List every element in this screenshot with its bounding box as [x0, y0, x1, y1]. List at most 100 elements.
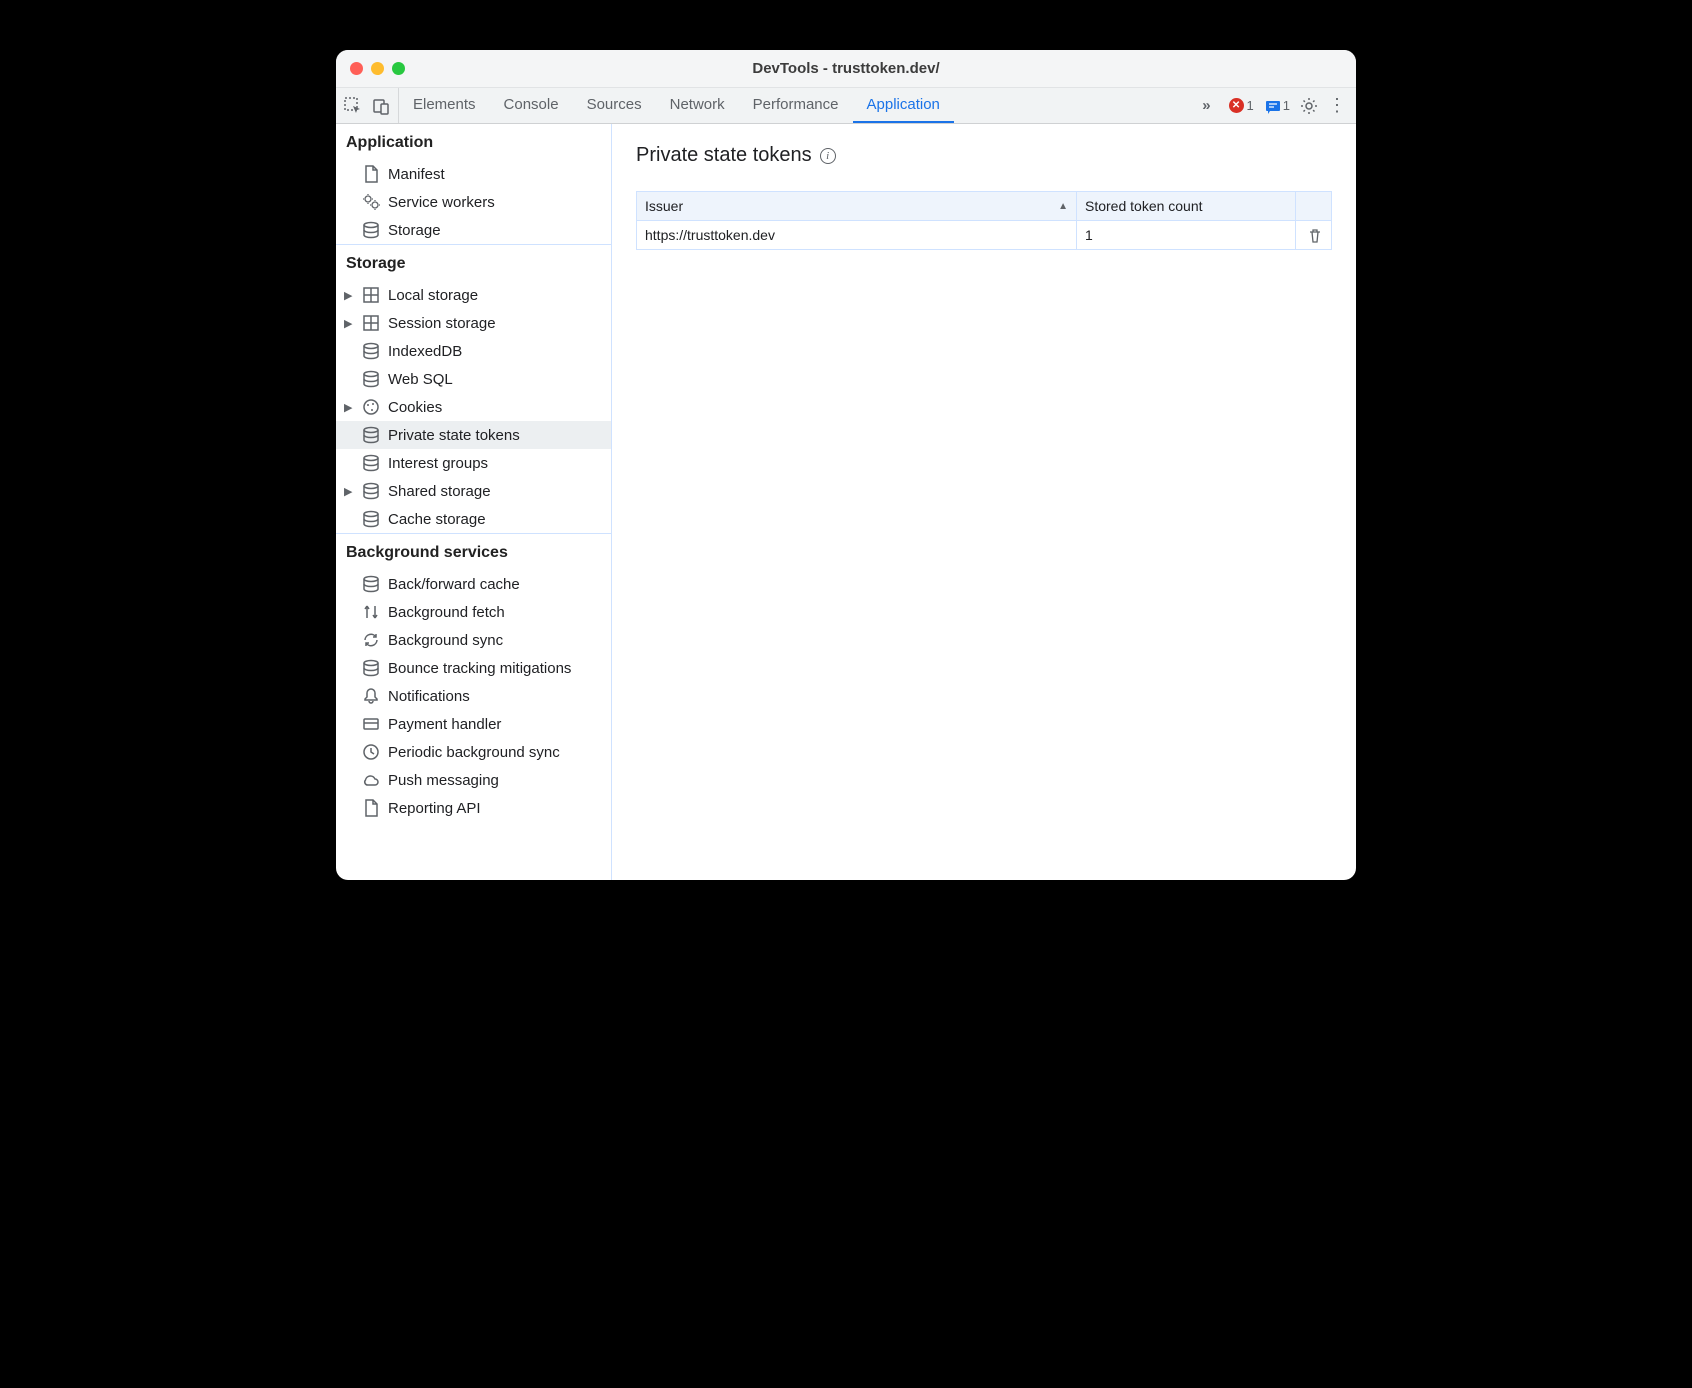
expand-arrow-icon[interactable]: ▶	[344, 485, 354, 498]
sidebar-item-service-workers[interactable]: ▶Service workers	[336, 188, 611, 216]
column-header-stored-token-count[interactable]: Stored token count	[1077, 192, 1296, 221]
window-title: DevTools - trusttoken.dev/	[336, 60, 1356, 77]
sidebar-item-payment-handler[interactable]: ▶Payment handler	[336, 710, 611, 738]
settings-icon[interactable]	[1300, 97, 1318, 115]
panel-tabs: ElementsConsoleSourcesNetworkPerformance…	[399, 88, 1194, 123]
more-tabs-icon[interactable]: »	[1194, 88, 1218, 123]
sidebar-item-session-storage[interactable]: ▶ Session storage	[336, 309, 611, 337]
db-icon	[362, 426, 380, 444]
sidebar-item-label: Interest groups	[388, 455, 488, 472]
cell-issuer: https://trusttoken.dev	[637, 221, 1077, 250]
updown-icon	[362, 603, 380, 621]
sidebar-item-label: Cookies	[388, 399, 442, 416]
sidebar-item-local-storage[interactable]: ▶ Local storage	[336, 281, 611, 309]
db-icon	[362, 482, 380, 500]
db-icon	[362, 221, 380, 239]
sidebar-item-web-sql[interactable]: ▶Web SQL	[336, 365, 611, 393]
sidebar-item-background-fetch[interactable]: ▶Background fetch	[336, 598, 611, 626]
sidebar-item-push-messaging[interactable]: ▶Push messaging	[336, 766, 611, 794]
sidebar-item-manifest[interactable]: ▶Manifest	[336, 160, 611, 188]
cell-count: 1	[1077, 221, 1296, 250]
error-badge[interactable]: ✕ 1	[1229, 98, 1254, 113]
sidebar-item-shared-storage[interactable]: ▶ Shared storage	[336, 477, 611, 505]
tab-console[interactable]: Console	[490, 88, 573, 123]
sidebar-item-private-state-tokens[interactable]: ▶Private state tokens	[336, 421, 611, 449]
document-icon	[362, 799, 380, 817]
sidebar-item-label: Shared storage	[388, 483, 491, 500]
db-icon	[362, 370, 380, 388]
info-icon[interactable]: i	[820, 148, 836, 164]
gears-icon	[362, 193, 380, 211]
sidebar-item-label: Back/forward cache	[388, 576, 520, 593]
sidebar-item-label: Cache storage	[388, 511, 486, 528]
bell-icon	[362, 687, 380, 705]
sidebar-item-label: IndexedDB	[388, 343, 462, 360]
sidebar-item-reporting-api[interactable]: ▶Reporting API	[336, 794, 611, 822]
main-toolbar: ElementsConsoleSourcesNetworkPerformance…	[336, 88, 1356, 124]
db-icon	[362, 454, 380, 472]
section-title: Storage	[336, 245, 611, 281]
expand-arrow-icon[interactable]: ▶	[344, 317, 354, 330]
db-icon	[362, 575, 380, 593]
inspect-icon[interactable]	[344, 97, 362, 115]
kebab-menu-icon[interactable]: ⋮	[1328, 95, 1346, 116]
sidebar-item-cookies[interactable]: ▶ Cookies	[336, 393, 611, 421]
maximize-window-button[interactable]	[392, 62, 405, 75]
panel-title-row: Private state tokens i	[636, 144, 1332, 167]
sidebar-item-label: Payment handler	[388, 716, 501, 733]
cookie-icon	[362, 398, 380, 416]
close-window-button[interactable]	[350, 62, 363, 75]
sidebar-item-back-forward-cache[interactable]: ▶Back/forward cache	[336, 570, 611, 598]
trash-icon	[1306, 227, 1322, 243]
sidebar-item-label: Background sync	[388, 632, 503, 649]
sidebar-item-cache-storage[interactable]: ▶Cache storage	[336, 505, 611, 533]
message-count: 1	[1283, 98, 1290, 113]
main-panel: Private state tokens i Issuer▲Stored tok…	[612, 124, 1356, 880]
db-icon	[362, 342, 380, 360]
tokens-table: Issuer▲Stored token count https://trustt…	[636, 191, 1332, 250]
grid-icon	[362, 286, 380, 304]
traffic-lights	[336, 62, 405, 75]
cloud-icon	[362, 771, 380, 789]
document-icon	[362, 165, 380, 183]
expand-arrow-icon[interactable]: ▶	[344, 401, 354, 414]
sidebar-item-interest-groups[interactable]: ▶Interest groups	[336, 449, 611, 477]
sidebar-item-label: Notifications	[388, 688, 470, 705]
error-icon: ✕	[1229, 98, 1244, 113]
sidebar-item-label: Web SQL	[388, 371, 453, 388]
sidebar-item-label: Periodic background sync	[388, 744, 560, 761]
tab-network[interactable]: Network	[656, 88, 739, 123]
message-icon	[1264, 98, 1280, 114]
message-badge[interactable]: 1	[1264, 98, 1290, 114]
panel-title: Private state tokens	[636, 144, 812, 167]
sidebar-item-label: Manifest	[388, 166, 445, 183]
sidebar-item-periodic-background-sync[interactable]: ▶Periodic background sync	[336, 738, 611, 766]
sidebar-item-notifications[interactable]: ▶Notifications	[336, 682, 611, 710]
sidebar-item-label: Background fetch	[388, 604, 505, 621]
sidebar-item-bounce-tracking-mitigations[interactable]: ▶Bounce tracking mitigations	[336, 654, 611, 682]
expand-arrow-icon[interactable]: ▶	[344, 289, 354, 302]
column-header-actions	[1296, 192, 1332, 221]
section-title: Background services	[336, 534, 611, 570]
sidebar-item-label: Local storage	[388, 287, 478, 304]
delete-row-button[interactable]	[1296, 221, 1332, 250]
column-header-issuer[interactable]: Issuer▲	[637, 192, 1077, 221]
sidebar-item-label: Private state tokens	[388, 427, 520, 444]
table-row[interactable]: https://trusttoken.dev1	[637, 221, 1332, 250]
tab-elements[interactable]: Elements	[399, 88, 490, 123]
sidebar-item-storage[interactable]: ▶Storage	[336, 216, 611, 244]
db-icon	[362, 510, 380, 528]
grid-icon	[362, 314, 380, 332]
minimize-window-button[interactable]	[371, 62, 384, 75]
sidebar-item-label: Session storage	[388, 315, 496, 332]
device-toggle-icon[interactable]	[372, 97, 390, 115]
clock-icon	[362, 743, 380, 761]
card-icon	[362, 715, 380, 733]
sort-asc-icon: ▲	[1058, 201, 1068, 212]
tab-performance[interactable]: Performance	[739, 88, 853, 123]
sidebar-item-indexeddb[interactable]: ▶IndexedDB	[336, 337, 611, 365]
section-title: Application	[336, 124, 611, 160]
tab-application[interactable]: Application	[853, 88, 954, 123]
tab-sources[interactable]: Sources	[573, 88, 656, 123]
sidebar-item-background-sync[interactable]: ▶Background sync	[336, 626, 611, 654]
